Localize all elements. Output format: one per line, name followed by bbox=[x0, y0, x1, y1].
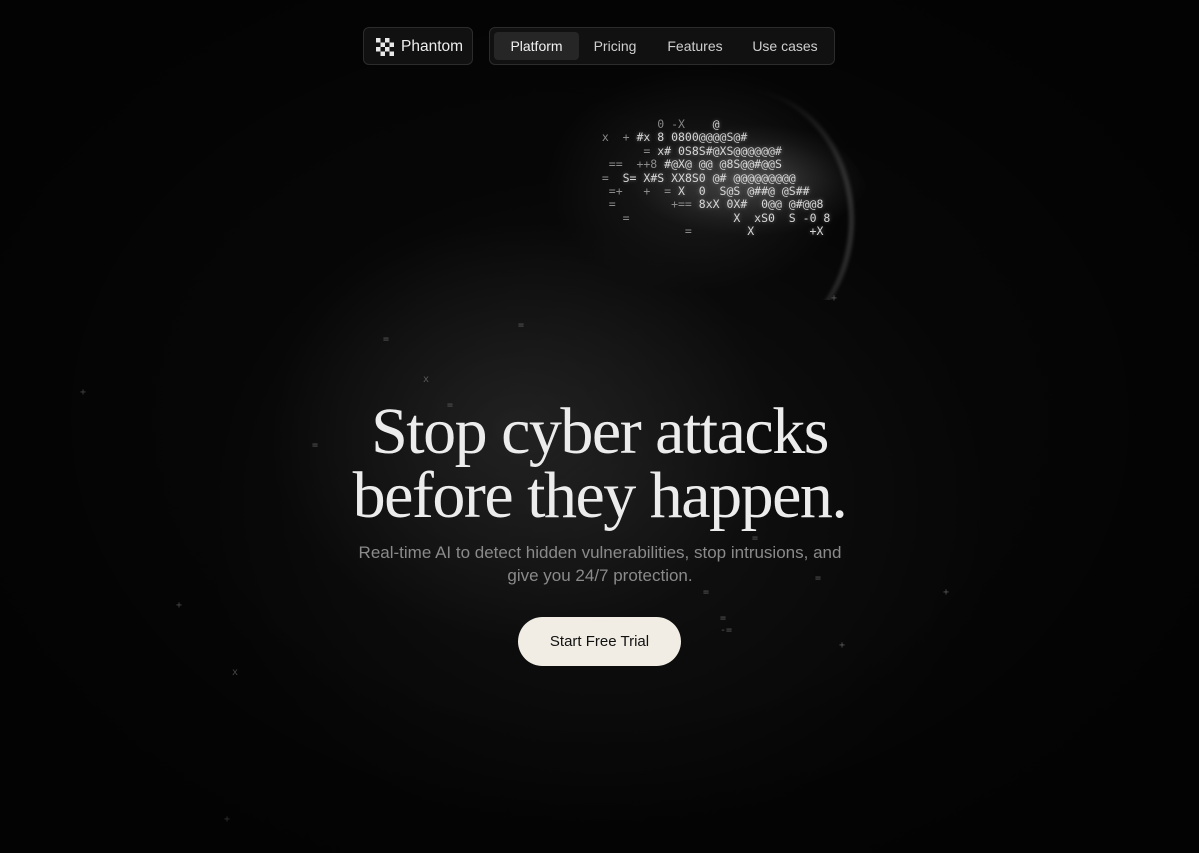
start-free-trial-button[interactable]: Start Free Trial bbox=[518, 617, 681, 666]
main-nav: Platform Pricing Features Use cases bbox=[489, 27, 835, 65]
hero-headline-line-2: before they happen. bbox=[352, 459, 848, 532]
brand-logo-link[interactable]: Phantom bbox=[363, 27, 473, 65]
brand-name: Phantom bbox=[401, 38, 464, 55]
nav-item-platform[interactable]: Platform bbox=[494, 32, 579, 60]
checkerboard-logo-icon bbox=[376, 38, 394, 56]
nav-item-pricing[interactable]: Pricing bbox=[582, 32, 648, 60]
hero-headline-line-1: Stop cyber attacks bbox=[371, 395, 829, 468]
nav-item-features[interactable]: Features bbox=[656, 32, 734, 60]
hero-subtitle: Real-time AI to detect hidden vulnerabil… bbox=[358, 543, 842, 585]
nav-item-use-cases[interactable]: Use cases bbox=[742, 32, 828, 60]
